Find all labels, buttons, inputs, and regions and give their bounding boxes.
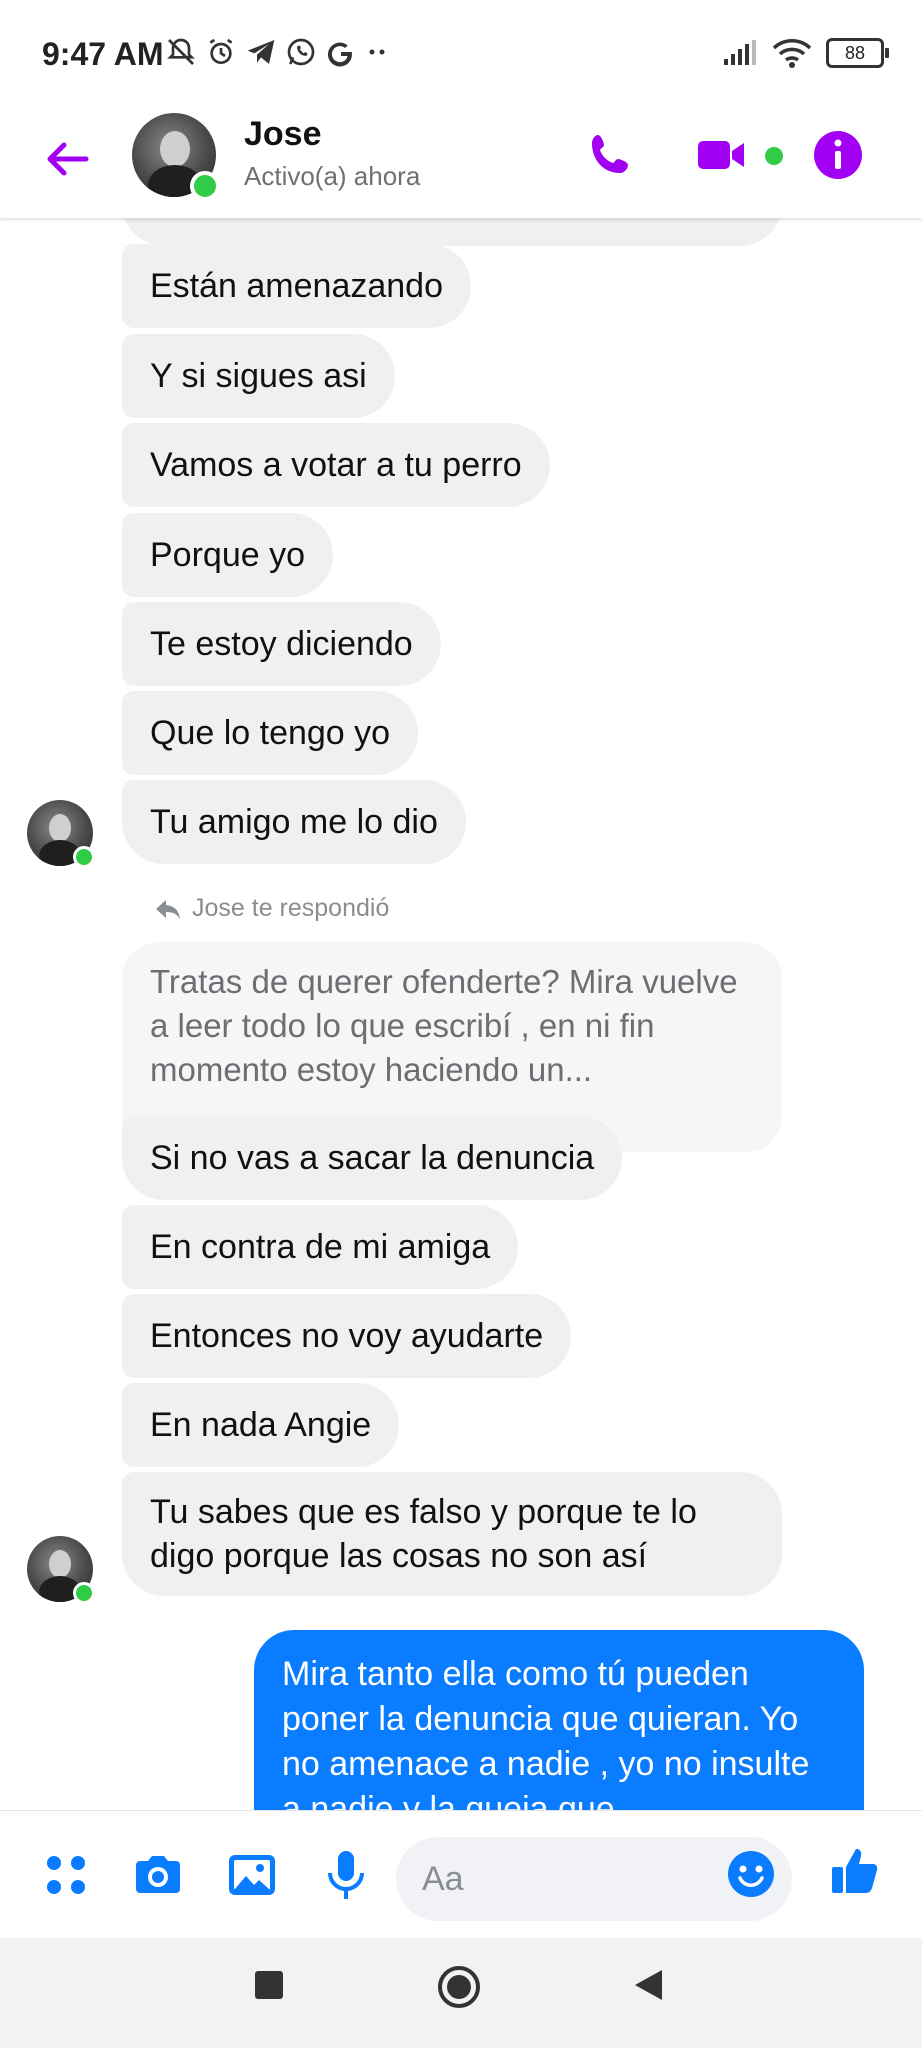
sent-message-bubble[interactable]: Mira tanto ella como tú pueden poner la … — [254, 1630, 864, 1810]
message-bubble[interactable]: En nada Angie — [122, 1383, 400, 1467]
message-bubble[interactable]: Tu amigo me lo dio — [122, 780, 466, 864]
more-dots-icon — [369, 49, 385, 55]
active-status-dot — [190, 171, 220, 201]
muted-bell-icon — [167, 38, 195, 65]
message-composer: Aa — [0, 1810, 922, 1939]
contact-status: Activo(a) ahora — [244, 161, 421, 191]
message-bubble[interactable]: Si no vas a sacar la denuncia — [122, 1116, 623, 1200]
message-bubble[interactable]: Te estoy diciendo — [122, 602, 441, 686]
signal-icon — [724, 40, 756, 65]
message-bubble[interactable]: Entonces no voy ayudarte — [122, 1294, 572, 1378]
microphone-icon[interactable] — [318, 1847, 374, 1903]
message-bubble[interactable]: Están amenazando — [122, 244, 471, 328]
contact-name[interactable]: Jose — [244, 115, 322, 154]
video-active-dot — [765, 147, 783, 165]
system-navigation-bar — [0, 1938, 922, 2048]
reply-label-text: Jose te respondió — [192, 894, 390, 922]
status-bar: 9:47 AM 88 — [0, 0, 922, 105]
phone-call-icon[interactable] — [580, 125, 640, 185]
back-triangle-icon[interactable] — [632, 1968, 664, 2002]
google-icon — [327, 42, 352, 67]
message-list[interactable]: Están amenazando Y si sigues asi Vamos a… — [0, 218, 922, 1810]
recent-apps-icon[interactable] — [254, 1970, 284, 2000]
status-system-icons: 88 — [722, 38, 889, 68]
telegram-icon — [247, 40, 275, 64]
info-icon[interactable] — [808, 125, 868, 185]
status-notification-icons — [165, 36, 389, 68]
status-time: 9:47 AM — [42, 36, 164, 72]
message-bubble[interactable]: Vamos a votar a tu perro — [122, 423, 550, 507]
message-bubble[interactable]: En contra de mi amiga — [122, 1205, 519, 1289]
message-bubble[interactable]: Y si sigues asi — [122, 334, 395, 418]
wifi-icon — [772, 39, 812, 68]
message-bubble[interactable]: Porque yo — [122, 513, 333, 597]
like-thumb-icon[interactable] — [828, 1843, 884, 1899]
emoji-icon[interactable] — [726, 1849, 776, 1899]
alarm-icon — [209, 38, 233, 64]
whatsapp-icon — [287, 38, 315, 66]
reply-indicator: Jose te respondió — [154, 894, 389, 923]
home-icon[interactable] — [436, 1964, 482, 2010]
reply-arrow-icon — [156, 899, 180, 919]
message-bubble[interactable]: Tu sabes que es falso y porque te lo dig… — [122, 1472, 782, 1596]
gallery-icon[interactable] — [224, 1847, 280, 1903]
active-status-dot — [73, 846, 95, 868]
video-call-icon[interactable] — [692, 125, 752, 185]
message-bubble-cutoff[interactable] — [122, 218, 782, 246]
back-arrow-icon[interactable] — [40, 133, 92, 185]
active-status-dot — [73, 1582, 95, 1604]
camera-icon[interactable] — [130, 1847, 186, 1903]
conversation-header: Jose Activo(a) ahora — [0, 105, 922, 218]
more-actions-icon[interactable] — [38, 1847, 94, 1903]
battery-icon: 88 — [826, 38, 889, 68]
message-bubble[interactable]: Que lo tengo yo — [122, 691, 419, 775]
